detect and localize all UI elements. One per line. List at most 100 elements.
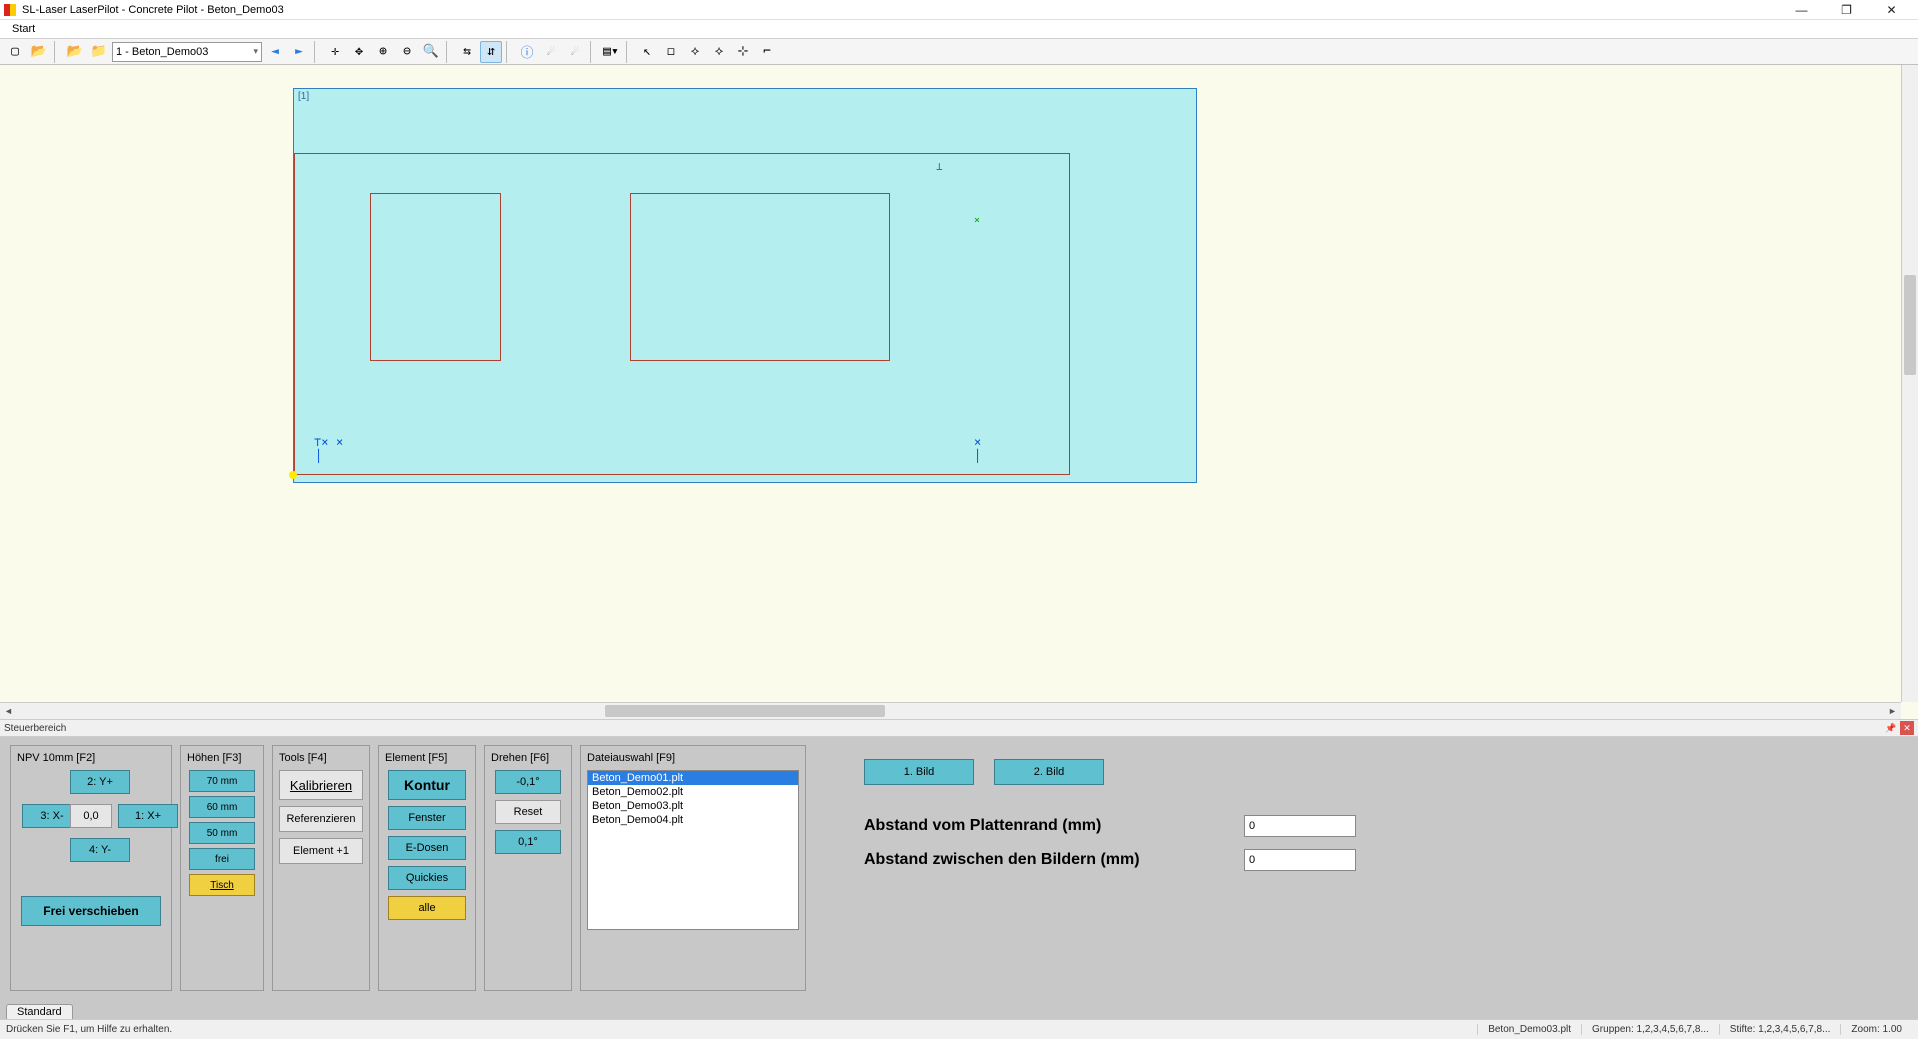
crosshair-icon[interactable]: ✛ <box>324 41 346 63</box>
hohen-70-button[interactable]: 70 mm <box>189 770 255 792</box>
quickies-button[interactable]: Quickies <box>388 866 466 890</box>
tool1-icon[interactable]: ⟡ <box>684 41 706 63</box>
menu-start[interactable]: Start <box>6 21 41 37</box>
flip-h-icon[interactable]: ⇆ <box>456 41 478 63</box>
edosen-button[interactable]: E-Dosen <box>388 836 466 860</box>
abstand-rand-label: Abstand vom Plattenrand (mm) <box>864 817 1224 835</box>
npv-yminus-button[interactable]: 4: Y- <box>70 838 130 862</box>
hohen-50-button[interactable]: 50 mm <box>189 822 255 844</box>
status-zoom: Zoom: 1.00 <box>1840 1024 1912 1035</box>
marker-bl1: ⊤× <box>314 435 328 449</box>
panel-close-icon[interactable]: ✕ <box>1900 721 1914 735</box>
scroll-right-icon[interactable]: ► <box>1884 703 1901 719</box>
menu-bar: Start <box>0 20 1918 39</box>
tab-row: Standard <box>0 999 1918 1019</box>
marker-br1: × <box>974 435 981 449</box>
marker-bl3: │ <box>315 449 322 463</box>
npv-center-button[interactable]: 0,0 <box>70 804 112 828</box>
file-dropdown-label: 1 - Beton_Demo03 <box>116 46 208 58</box>
kalibrieren-button[interactable]: Kalibrieren <box>279 770 363 800</box>
npv-yplus-button[interactable]: 2: Y+ <box>70 770 130 794</box>
title-bar: SL-Laser LaserPilot - Concrete Pilot - B… <box>0 0 1918 20</box>
element-title: Element [F5] <box>385 752 469 764</box>
open-file-icon[interactable]: 📂 <box>28 41 50 63</box>
group-tools: Tools [F4] Kalibrieren Referenzieren Ele… <box>272 745 370 991</box>
drehen-reset-button[interactable]: Reset <box>495 800 561 824</box>
app-icon <box>4 4 16 16</box>
status-gruppen: Gruppen: 1,2,3,4,5,6,7,8... <box>1581 1024 1719 1035</box>
drehen-plus-button[interactable]: 0,1° <box>495 830 561 854</box>
npv-xplus-button[interactable]: 1: X+ <box>118 804 178 828</box>
origin-marker <box>289 471 297 479</box>
tool4-icon[interactable]: ⌐ <box>756 41 778 63</box>
zoom-icon[interactable]: 🔍 <box>420 41 442 63</box>
window-title: SL-Laser LaserPilot - Concrete Pilot - B… <box>22 4 284 16</box>
canvas[interactable]: [1] ⊥ × ⊤× × │ × │ <box>0 65 1918 719</box>
list-item[interactable]: Beton_Demo02.plt <box>588 785 798 799</box>
abstand-rand-input[interactable] <box>1244 815 1356 837</box>
main-toolbar: ▢ 📂 📂 📁 1 - Beton_Demo03 ▾ ◄ ► ✛ ✥ ⊕ ⊖ 🔍… <box>0 39 1918 65</box>
zoom-out-icon[interactable]: ⊖ <box>396 41 418 63</box>
alle-button[interactable]: alle <box>388 896 466 920</box>
abstand-bilder-input[interactable] <box>1244 849 1356 871</box>
hohen-frei-button[interactable]: frei <box>189 848 255 870</box>
info-icon[interactable]: ⓘ <box>516 41 538 63</box>
datei-title: Dateiauswahl [F9] <box>587 752 799 764</box>
window-controls: — ❐ ✕ <box>1779 0 1914 20</box>
subtract-icon[interactable]: ☄ <box>540 41 562 63</box>
npv-title: NPV 10mm [F2] <box>17 752 165 764</box>
add-icon[interactable]: ☄ <box>564 41 586 63</box>
flip-v-icon[interactable]: ⇵ <box>480 41 502 63</box>
fenster-button[interactable]: Fenster <box>388 806 466 830</box>
minimize-button[interactable]: — <box>1779 0 1824 20</box>
folder-icon[interactable]: 📁 <box>88 41 110 63</box>
chevron-down-icon: ▾ <box>253 46 258 57</box>
new-file-icon[interactable]: ▢ <box>4 41 26 63</box>
list-item[interactable]: Beton_Demo04.plt <box>588 813 798 827</box>
panel-pin-icon[interactable]: 📌 <box>1884 721 1898 735</box>
npv-free-button[interactable]: Frei verschieben <box>21 896 161 926</box>
tool2-icon[interactable]: ⟡ <box>708 41 730 63</box>
status-stifte: Stifte: 1,2,3,4,5,6,7,8... <box>1719 1024 1841 1035</box>
tool3-icon[interactable]: ⊹ <box>732 41 754 63</box>
list-item[interactable]: Beton_Demo01.plt <box>588 771 798 785</box>
status-file: Beton_Demo03.plt <box>1477 1024 1581 1035</box>
marker-top-right: ⊥ <box>936 160 943 173</box>
bild2-button[interactable]: 2. Bild <box>994 759 1104 785</box>
maximize-button[interactable]: ❐ <box>1824 0 1869 20</box>
kontur-button[interactable]: Kontur <box>388 770 466 800</box>
hohen-60-button[interactable]: 60 mm <box>189 796 255 818</box>
list-item[interactable]: Beton_Demo03.plt <box>588 799 798 813</box>
group-npv: NPV 10mm [F2] 2: Y+ 3: X- 0,0 1: X+ 4: Y… <box>10 745 172 991</box>
control-panel-title: Steuerbereich <box>4 723 66 734</box>
hohen-title: Höhen [F3] <box>187 752 257 764</box>
group-hohen: Höhen [F3] 70 mm 60 mm 50 mm frei Tisch <box>180 745 264 991</box>
referenzieren-button[interactable]: Referenzieren <box>279 806 363 832</box>
drawing-label: [1] <box>298 91 309 102</box>
tab-standard[interactable]: Standard <box>6 1004 73 1019</box>
select-rect-icon[interactable]: ◻ <box>660 41 682 63</box>
prev-icon[interactable]: ◄ <box>264 41 286 63</box>
marker-point: × <box>974 215 980 226</box>
right-block: 1. Bild 2. Bild Abstand vom Plattenrand … <box>814 745 1908 991</box>
bild1-button[interactable]: 1. Bild <box>864 759 974 785</box>
abstand-bilder-label: Abstand zwischen den Bildern (mm) <box>864 851 1224 869</box>
vertical-scrollbar[interactable] <box>1901 65 1918 702</box>
vertical-scroll-thumb[interactable] <box>1904 275 1916 375</box>
move-icon[interactable]: ✥ <box>348 41 370 63</box>
file-listbox[interactable]: Beton_Demo01.plt Beton_Demo02.plt Beton_… <box>587 770 799 930</box>
cursor-icon[interactable]: ↖ <box>636 41 658 63</box>
drehen-minus-button[interactable]: -0,1° <box>495 770 561 794</box>
scroll-left-icon[interactable]: ◄ <box>0 703 17 719</box>
open2-icon[interactable]: 📂 <box>64 41 86 63</box>
close-button[interactable]: ✕ <box>1869 0 1914 20</box>
zoom-in-icon[interactable]: ⊕ <box>372 41 394 63</box>
horizontal-scrollbar[interactable]: ◄ ► <box>0 702 1901 719</box>
horizontal-scroll-thumb[interactable] <box>605 705 885 717</box>
file-dropdown[interactable]: 1 - Beton_Demo03 ▾ <box>112 42 262 62</box>
elementplus-button[interactable]: Element +1 <box>279 838 363 864</box>
layers-icon[interactable]: ▤▾ <box>600 41 622 63</box>
next-icon[interactable]: ► <box>288 41 310 63</box>
hohen-tisch-button[interactable]: Tisch <box>189 874 255 896</box>
control-panel: NPV 10mm [F2] 2: Y+ 3: X- 0,0 1: X+ 4: Y… <box>0 737 1918 999</box>
